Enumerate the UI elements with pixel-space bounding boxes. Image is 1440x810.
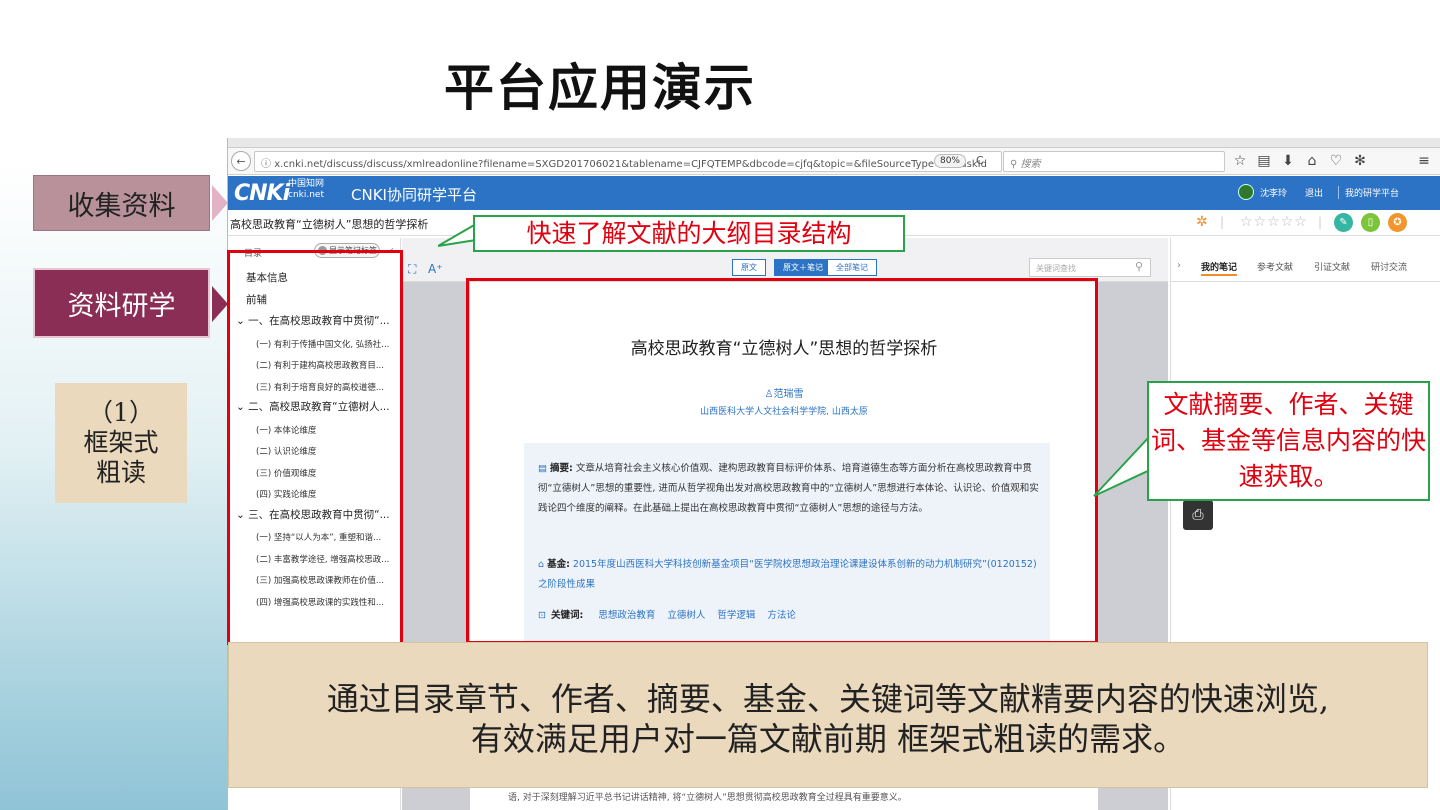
tab-discussion[interactable]: 研讨交流 <box>1371 260 1407 273</box>
callout-toc-tail <box>438 222 477 247</box>
menu-icon[interactable]: ≡ <box>1415 153 1433 169</box>
zoom-level[interactable]: 80% <box>934 154 966 168</box>
reload-icon[interactable]: C <box>976 154 984 167</box>
url-text: x.cnki.net/discuss/discuss/xmlreadonline… <box>274 159 987 170</box>
divider: | <box>1220 215 1225 229</box>
reading-list-icon[interactable]: ▤ <box>1255 153 1273 169</box>
logo-cn-text: 中国知网 <box>288 179 325 189</box>
app-title: CNKI协同研学平台 <box>351 186 477 204</box>
doc-title: 高校思政教育“立德树人”思想的哲学探析 <box>230 218 429 231</box>
search-placeholder: 搜索 <box>1020 159 1041 170</box>
print-icon[interactable]: ⎙ <box>1183 500 1213 530</box>
toc-highlight <box>227 250 403 645</box>
collapse-right-icon[interactable]: › <box>1177 260 1181 271</box>
arrow-collect <box>212 185 228 221</box>
callout-abstract: 文献摘要、作者、关键词、基金等信息内容的快速获取。 <box>1147 381 1430 501</box>
home-icon[interactable]: ⌂ <box>1303 153 1321 169</box>
cnki-logo[interactable]: CNKi <box>234 181 290 206</box>
edit-icon[interactable]: ✎ <box>1334 213 1353 232</box>
search-icon[interactable]: ⚲ <box>1135 260 1143 273</box>
arrow-research <box>212 286 228 322</box>
tab-my-notes[interactable]: 我的笔记 <box>1201 260 1238 276</box>
nav-bar: ← ⓘ x.cnki.net/discuss/discuss/xmlreadon… <box>228 148 1440 175</box>
mode-original-button[interactable]: 原文 <box>732 259 766 276</box>
abstract-highlight <box>466 278 1098 644</box>
tab-references[interactable]: 参考文献 <box>1257 260 1293 273</box>
tab-citations[interactable]: 引证文献 <box>1314 260 1350 273</box>
label-framework: （1） 框架式 粗读 <box>55 383 187 503</box>
keyword-search-input[interactable]: 关键词查找 <box>1029 258 1151 277</box>
slide-title: 平台应用演示 <box>444 59 756 117</box>
mode-all-notes-button[interactable]: 全部笔记 <box>827 259 877 276</box>
summary-box: 通过目录章节、作者、摘要、基金、关键词等文献精要内容的快速浏览, 有效满足用户对… <box>228 642 1428 788</box>
cnki-logo-cn: 中国知网 cnki.net <box>288 179 324 201</box>
label-framework-line3: 粗读 <box>95 458 146 487</box>
tab-strip[interactable] <box>228 138 1440 148</box>
back-icon[interactable]: ← <box>231 151 251 171</box>
summary-line2: 有效满足用户对一篇文献前期 框架式粗读的需求。 <box>470 720 1186 758</box>
label-framework-line2: 框架式 <box>83 428 159 457</box>
pocket-icon[interactable]: ♡ <box>1327 153 1345 169</box>
user-avatar-icon[interactable] <box>1238 184 1254 200</box>
mode-original-notes-button[interactable]: 原文＋笔记 <box>774 259 832 276</box>
logo-domain: cnki.net <box>288 190 324 200</box>
star-icon[interactable]: ☆ <box>1231 153 1249 169</box>
label-framework-line1: （1） <box>88 398 154 427</box>
callout-abstract-tail <box>1093 433 1151 497</box>
font-size-icon[interactable]: A⁺ <box>428 262 443 276</box>
search-input[interactable]: ⚲ 搜索 <box>1003 151 1225 172</box>
summary-line1: 通过目录章节、作者、摘要、基金、关键词等文献精要内容的快速浏览, <box>326 680 1330 718</box>
share-icon[interactable]: ✲ <box>1196 214 1208 230</box>
logout-link[interactable]: 退出 <box>1305 186 1323 199</box>
page-text-fragment: 语, 对于深刻理解习近平总书记讲话精神, 将“立德树人”思想贯彻高校思政教育全过… <box>508 793 907 803</box>
url-bar[interactable]: ⓘ x.cnki.net/discuss/discuss/xmlreadonli… <box>254 151 1002 172</box>
my-platform-link[interactable]: 我的研学平台 <box>1338 186 1399 199</box>
callout-toc: 快速了解文献的大纲目录结构 <box>473 215 905 252</box>
info-icon[interactable]: ⓘ <box>261 159 274 170</box>
fullscreen-icon[interactable]: ⛶ <box>408 262 416 277</box>
label-research: 资料研学 <box>33 268 210 338</box>
rating-stars[interactable]: ☆☆☆☆☆ <box>1240 214 1308 230</box>
extension-icon[interactable]: ✻ <box>1351 153 1369 169</box>
download-icon[interactable]: ⬇ <box>1279 153 1297 169</box>
user-name[interactable]: 沈李玲 <box>1260 186 1287 199</box>
cnki-header: CNKi 中国知网 cnki.net CNKI协同研学平台 沈李玲 退出 我的研… <box>228 176 1440 210</box>
label-collect: 收集资料 <box>33 175 210 231</box>
notes-tabs: › 我的笔记 参考文献 引证文献 研讨交流 <box>1171 238 1440 282</box>
award-icon[interactable]: ✪ <box>1388 213 1407 232</box>
divider: | <box>1318 215 1323 229</box>
clip-icon[interactable]: ▯ <box>1361 213 1380 232</box>
